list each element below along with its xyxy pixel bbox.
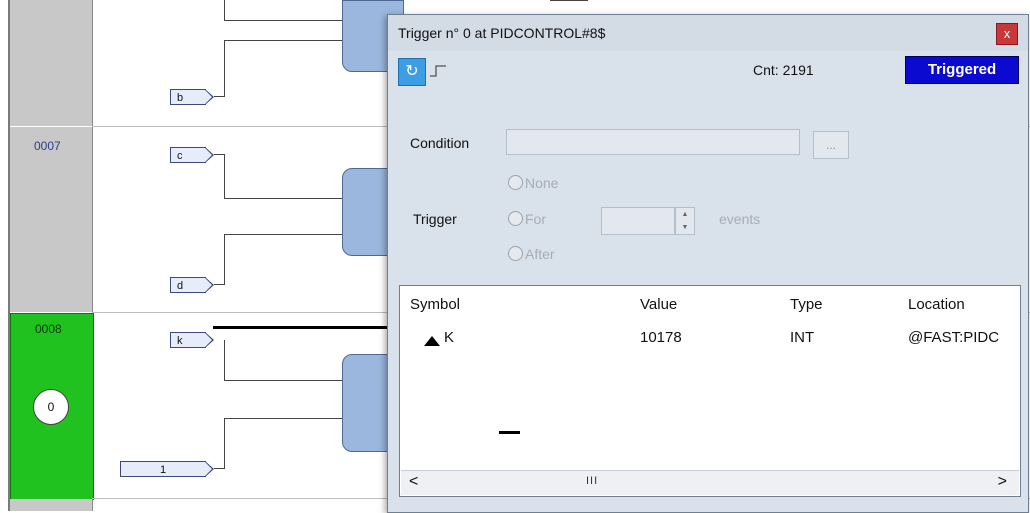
expand-triangle-icon[interactable]: [424, 336, 440, 346]
wire: [224, 154, 225, 198]
radio-for[interactable]: For: [508, 211, 546, 227]
cell-location: @FAST:PIDC: [908, 329, 1000, 346]
condition-browse-button[interactable]: ...: [813, 131, 849, 159]
text-cursor: [499, 431, 520, 434]
input-variable-d[interactable]: d: [170, 277, 214, 293]
condition-field[interactable]: [506, 129, 800, 155]
wire: [214, 96, 225, 97]
spin-up-icon[interactable]: ▲: [676, 208, 694, 221]
scroll-left-icon[interactable]: <: [409, 473, 418, 491]
cell-symbol: K: [444, 329, 455, 346]
status-badge: Triggered: [905, 56, 1019, 84]
wire: [224, 0, 225, 20]
input-variable-c[interactable]: c: [170, 147, 214, 163]
condition-label: Condition: [410, 135, 470, 151]
rung-header-0008[interactable]: 0008 0: [10, 313, 94, 500]
spin-down-icon[interactable]: ▼: [676, 221, 694, 234]
wire: [224, 418, 342, 419]
radio-circle-icon: [508, 211, 523, 226]
cell-type: INT: [790, 329, 815, 346]
wire: [224, 380, 342, 381]
trigger-dialog: Trigger n° 0 at PIDCONTROL#8$ x ↻ Cnt: 2…: [387, 14, 1029, 513]
scroll-thumb[interactable]: III: [586, 475, 598, 487]
input-variable-b[interactable]: b: [170, 89, 214, 105]
wire: [224, 40, 225, 96]
dialog-title: Trigger n° 0 at PIDCONTROL#8$: [398, 25, 606, 41]
wire: [214, 468, 225, 469]
horizontal-scrollbar[interactable]: < III >: [401, 470, 1019, 495]
radio-none[interactable]: None: [508, 175, 558, 191]
cell-value: 10178: [640, 329, 682, 346]
scroll-right-icon[interactable]: >: [998, 473, 1007, 491]
column-header-type[interactable]: Type: [790, 296, 823, 313]
wire: [224, 234, 342, 235]
column-header-value[interactable]: Value: [640, 296, 677, 313]
radio-circle-icon: [508, 246, 523, 261]
wire: [214, 284, 225, 285]
trigger-label: Trigger: [413, 211, 457, 227]
wire: [224, 40, 342, 41]
column-header-symbol[interactable]: Symbol: [410, 296, 460, 313]
rung-header-0009[interactable]: [10, 499, 93, 511]
connection-arrow: [213, 326, 408, 329]
wire: [224, 20, 342, 21]
rung-header-0007[interactable]: 0007: [10, 127, 93, 312]
rung-number: 0007: [34, 139, 61, 153]
rung-header-0006[interactable]: [10, 0, 93, 126]
radio-circle-icon: [508, 175, 523, 190]
close-button[interactable]: x: [996, 23, 1018, 45]
wire: [224, 198, 342, 199]
symbol-table: Symbol Value Type Location K 10178 INT @…: [399, 285, 1021, 497]
dialog-titlebar[interactable]: Trigger n° 0 at PIDCONTROL#8$ x: [388, 15, 1028, 51]
refresh-icon[interactable]: ↻: [398, 58, 426, 86]
input-variable-k[interactable]: k: [170, 332, 214, 348]
events-spinner[interactable]: ▲ ▼: [675, 207, 695, 235]
wire: [224, 418, 225, 468]
input-constant-1[interactable]: 1: [120, 461, 214, 477]
rising-edge-icon[interactable]: [430, 65, 446, 77]
column-header-location[interactable]: Location: [908, 296, 965, 313]
wire: [224, 340, 225, 380]
events-count-field[interactable]: [601, 207, 675, 235]
wire: [550, 0, 588, 1]
rung-number: 0008: [35, 322, 62, 336]
wire: [224, 234, 225, 284]
events-label: events: [719, 211, 761, 227]
trigger-counter: Cnt: 2191: [753, 62, 814, 78]
breakpoint-badge[interactable]: 0: [33, 389, 69, 425]
radio-after[interactable]: After: [508, 246, 555, 262]
